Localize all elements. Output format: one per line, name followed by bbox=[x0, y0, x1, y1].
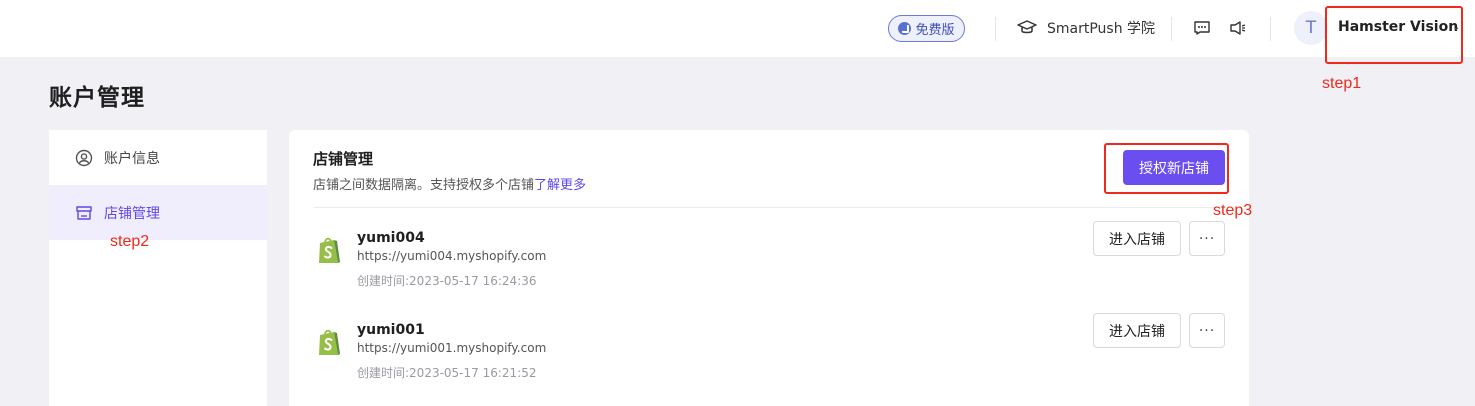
top-bar: 免费版 SmartPush 学院 T Hamster Vision ⌄ bbox=[0, 0, 1475, 57]
store-created-time: 创建时间:2023-05-17 16:24:36 bbox=[357, 274, 537, 288]
panel-description: 店铺之间数据隔离。支持授权多个店铺了解更多 bbox=[313, 174, 586, 193]
academy-link[interactable]: SmartPush 学院 bbox=[1017, 18, 1155, 38]
panel-description-text: 店铺之间数据隔离。支持授权多个店铺 bbox=[313, 178, 535, 193]
store-url: https://yumi004.myshopify.com bbox=[357, 249, 547, 263]
panel-title: 店铺管理 bbox=[313, 150, 374, 168]
step2-label: step2 bbox=[110, 233, 150, 250]
store-row: yumi004 https://yumi004.myshopify.com 创建… bbox=[289, 221, 1249, 310]
more-options-button[interactable]: ··· bbox=[1189, 221, 1225, 256]
store-name: yumi001 bbox=[357, 322, 425, 338]
academy-label: SmartPush 学院 bbox=[1047, 21, 1156, 37]
sidebar-item-account-info[interactable]: 账户信息 bbox=[49, 130, 267, 185]
step1-highlight-box bbox=[1325, 6, 1463, 64]
sidebar: 账户信息 店铺管理 bbox=[49, 130, 267, 406]
store-name: yumi004 bbox=[357, 230, 425, 246]
plan-badge-label: 免费版 bbox=[915, 23, 955, 38]
step3-highlight-box bbox=[1104, 143, 1229, 194]
learn-more-link[interactable]: 了解更多 bbox=[534, 178, 586, 193]
check-badge-icon bbox=[898, 22, 912, 35]
page-title: 账户管理 bbox=[49, 85, 145, 111]
announcement-button[interactable] bbox=[1228, 18, 1248, 38]
avatar-letter: T bbox=[1305, 18, 1317, 38]
enter-store-button[interactable]: 进入店铺 bbox=[1093, 221, 1181, 256]
divider bbox=[995, 17, 996, 41]
more-options-button[interactable]: ··· bbox=[1189, 313, 1225, 348]
store-created-time: 创建时间:2023-05-17 16:21:52 bbox=[357, 366, 537, 380]
store-icon bbox=[76, 205, 92, 220]
message-button[interactable] bbox=[1192, 18, 1212, 38]
sidebar-item-store-management[interactable]: 店铺管理 bbox=[49, 185, 267, 240]
sidebar-item-label: 店铺管理 bbox=[104, 205, 160, 222]
step1-label: step1 bbox=[1322, 75, 1362, 92]
divider bbox=[1171, 17, 1172, 41]
enter-store-button[interactable]: 进入店铺 bbox=[1093, 313, 1181, 348]
store-url: https://yumi001.myshopify.com bbox=[357, 341, 547, 355]
sidebar-item-label: 账户信息 bbox=[104, 150, 160, 167]
shopify-icon bbox=[319, 237, 340, 263]
divider bbox=[1270, 17, 1271, 41]
message-icon bbox=[1194, 21, 1210, 35]
shopify-icon bbox=[319, 329, 340, 355]
graduation-cap-icon bbox=[1017, 20, 1037, 34]
avatar[interactable]: T bbox=[1294, 11, 1328, 45]
user-circle-icon bbox=[75, 149, 93, 166]
plan-badge[interactable]: 免费版 bbox=[888, 15, 965, 42]
store-row: yumi001 https://yumi001.myshopify.com 创建… bbox=[289, 313, 1249, 402]
step3-label: step3 bbox=[1213, 202, 1253, 219]
panel-divider bbox=[313, 207, 1225, 208]
speaker-icon bbox=[1230, 21, 1246, 35]
